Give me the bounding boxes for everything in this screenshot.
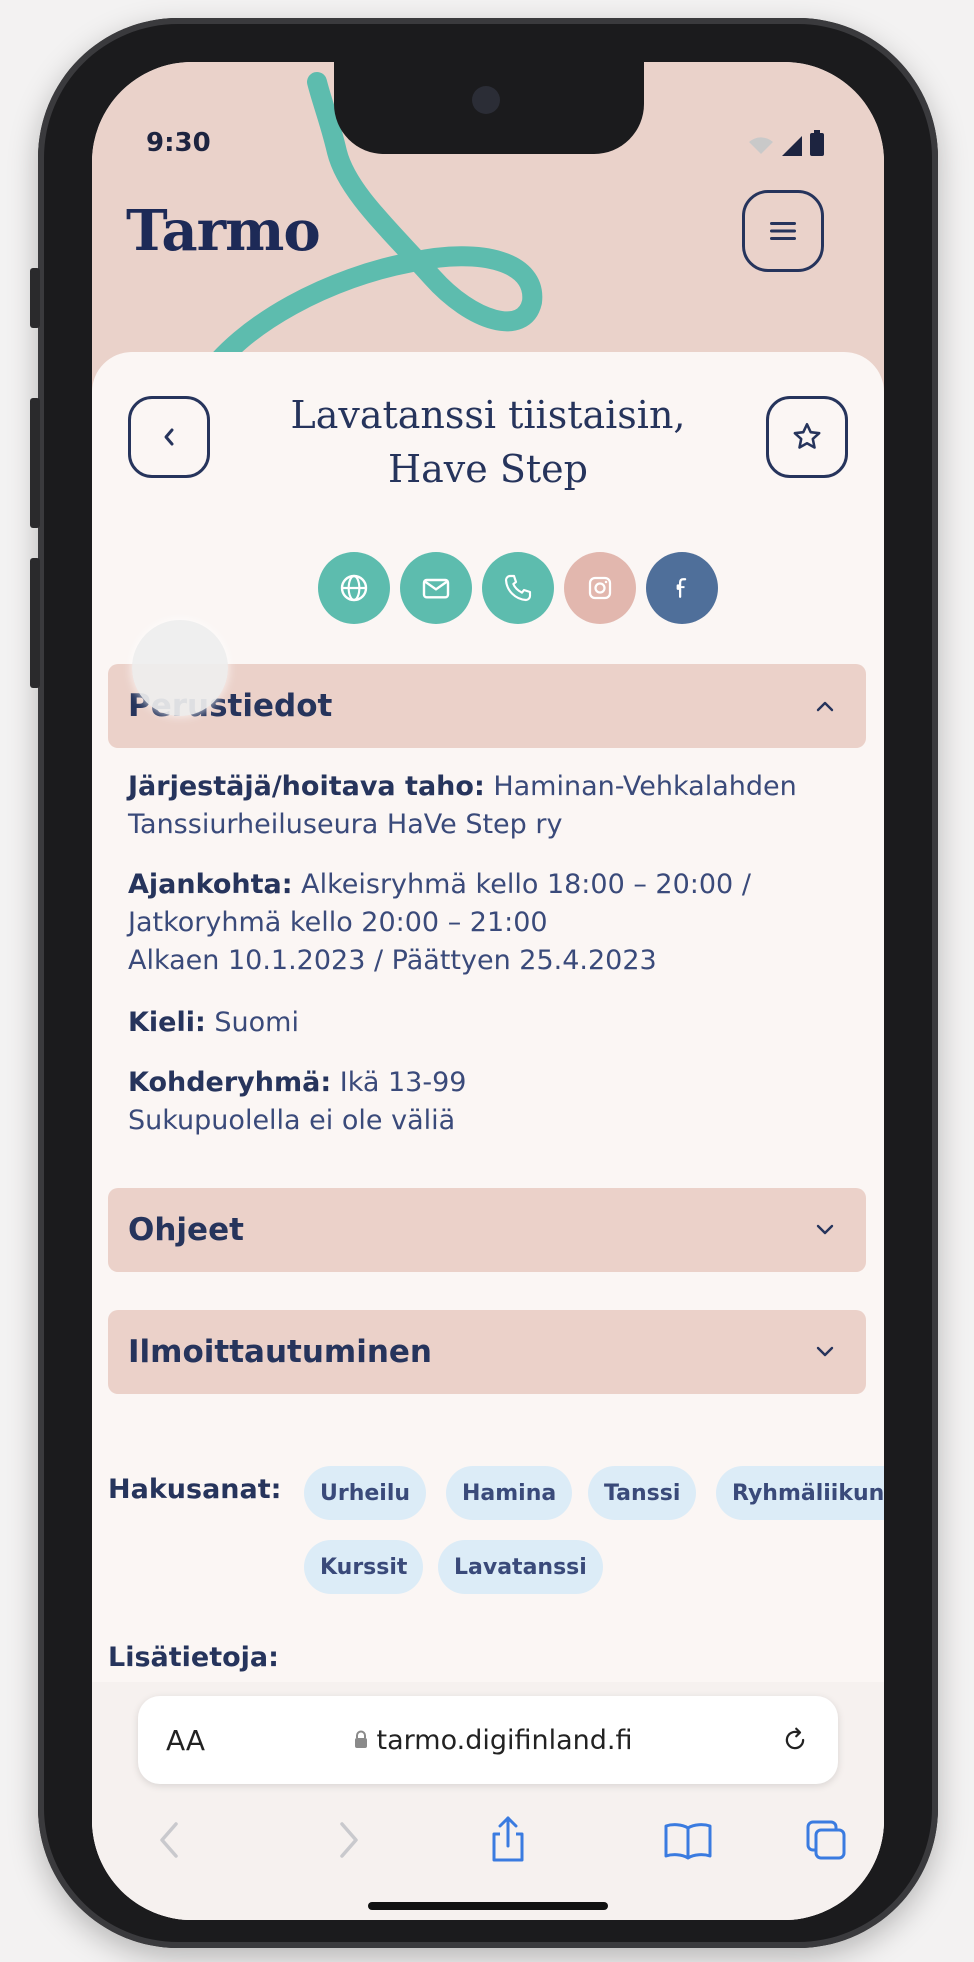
target-value-2: Sukupuolella ei ole väliä bbox=[128, 1105, 456, 1136]
target-value: Ikä 13-99 bbox=[331, 1067, 467, 1098]
social-links bbox=[318, 552, 718, 624]
touch-indicator bbox=[132, 620, 228, 716]
battery-icon bbox=[810, 130, 824, 156]
signal-icon bbox=[782, 136, 802, 156]
keyword-chip[interactable]: Kurssit bbox=[304, 1540, 424, 1594]
keyword-chip[interactable]: Urheilu bbox=[304, 1466, 427, 1520]
website-link[interactable] bbox=[318, 552, 390, 624]
share-icon[interactable] bbox=[484, 1810, 532, 1870]
accordion-title: Ilmoittautuminen bbox=[128, 1334, 432, 1370]
chevron-left-icon bbox=[164, 428, 174, 446]
chevron-down-icon bbox=[816, 1224, 834, 1235]
status-icons bbox=[748, 130, 824, 156]
email-link[interactable] bbox=[400, 552, 472, 624]
phone-icon bbox=[504, 574, 532, 602]
language-value: Suomi bbox=[205, 1007, 299, 1038]
url-text: tarmo.digifinland.fi bbox=[376, 1724, 633, 1756]
organizer-info: Järjestäjä/hoitava taho: Haminan-Vehkala… bbox=[128, 768, 848, 844]
facebook-link[interactable] bbox=[646, 552, 718, 624]
time-value-2: Jatkoryhmä kello 20:00 – 21:00 bbox=[128, 907, 548, 938]
volume-down-button bbox=[30, 558, 40, 688]
text-size-button[interactable]: AA bbox=[166, 1724, 205, 1757]
more-info-label: Lisätietoja: bbox=[108, 1642, 279, 1673]
instagram-link[interactable] bbox=[564, 552, 636, 624]
phone-link[interactable] bbox=[482, 552, 554, 624]
notch bbox=[334, 62, 644, 154]
volume-up-button bbox=[30, 398, 40, 528]
mute-switch bbox=[30, 268, 40, 328]
mail-icon bbox=[422, 578, 450, 599]
chevron-up-icon bbox=[816, 701, 834, 712]
home-indicator bbox=[368, 1902, 608, 1910]
organizer-label: Järjestäjä/hoitava taho: bbox=[128, 771, 485, 802]
accordion-title: Ohjeet bbox=[128, 1212, 244, 1248]
facebook-icon bbox=[676, 578, 687, 598]
wifi-icon bbox=[749, 137, 773, 154]
keyword-chip[interactable]: Tanssi bbox=[588, 1466, 697, 1520]
menu-button[interactable] bbox=[742, 190, 824, 272]
status-time: 9:30 bbox=[146, 128, 211, 158]
time-info: Ajankohta: Alkeisryhmä kello 18:00 – 20:… bbox=[128, 866, 848, 980]
keyword-chip[interactable]: Lavatanssi bbox=[438, 1540, 603, 1594]
page-title: Lavatanssi tiistaisin, Have Step bbox=[262, 388, 714, 496]
language-label: Kieli: bbox=[128, 1007, 206, 1038]
screen: 9:30 Tarmo Lavatanssi tiistaisin, Have S… bbox=[92, 62, 884, 1920]
chevron-down-icon bbox=[816, 1346, 834, 1357]
camera bbox=[472, 86, 500, 114]
url-display[interactable]: tarmo.digifinland.fi bbox=[353, 1725, 633, 1756]
back-button[interactable] bbox=[128, 396, 210, 478]
star-icon bbox=[793, 422, 821, 449]
keywords-label: Hakusanat: bbox=[108, 1474, 282, 1505]
title-line-1: Lavatanssi tiistaisin, bbox=[290, 393, 686, 437]
accordion-registration[interactable]: Ilmoittautuminen bbox=[108, 1310, 866, 1394]
time-label: Ajankohta: bbox=[128, 869, 293, 900]
organizer-value: Haminan-Vehkalahden bbox=[484, 771, 797, 802]
globe-icon bbox=[340, 574, 368, 602]
tarmo-logo[interactable]: Tarmo bbox=[126, 198, 321, 264]
title-line-2: Have Step bbox=[388, 447, 588, 491]
accordion-instructions[interactable]: Ohjeet bbox=[108, 1188, 866, 1272]
bookmarks-icon[interactable] bbox=[660, 1810, 716, 1870]
organizer-value-2: Tanssiurheiluseura HaVe Step ry bbox=[128, 809, 563, 840]
browser-nav bbox=[92, 1810, 884, 1880]
back-nav-icon[interactable] bbox=[150, 1810, 190, 1870]
time-value: Alkeisryhmä kello 18:00 – 20:00 / bbox=[292, 869, 751, 900]
reload-icon[interactable] bbox=[780, 1725, 810, 1755]
target-group-info: Kohderyhmä: Ikä 13-99 Sukupuolella ei ol… bbox=[128, 1064, 848, 1140]
keyword-chip[interactable]: Hamina bbox=[446, 1466, 573, 1520]
lock-icon bbox=[354, 1730, 367, 1748]
instagram-icon bbox=[588, 576, 612, 600]
tabs-icon[interactable] bbox=[800, 1810, 854, 1870]
favorite-button[interactable] bbox=[766, 396, 848, 478]
hamburger-icon bbox=[770, 222, 796, 240]
time-value-3: Alkaen 10.1.2023 / Päättyen 25.4.2023 bbox=[128, 945, 657, 976]
address-bar[interactable]: AA tarmo.digifinland.fi bbox=[138, 1696, 838, 1784]
target-label: Kohderyhmä: bbox=[128, 1067, 332, 1098]
language-info: Kieli: Suomi bbox=[128, 1004, 848, 1042]
keyword-chip[interactable]: Ryhmäliikunta bbox=[716, 1466, 884, 1520]
forward-nav-icon[interactable] bbox=[328, 1810, 368, 1870]
